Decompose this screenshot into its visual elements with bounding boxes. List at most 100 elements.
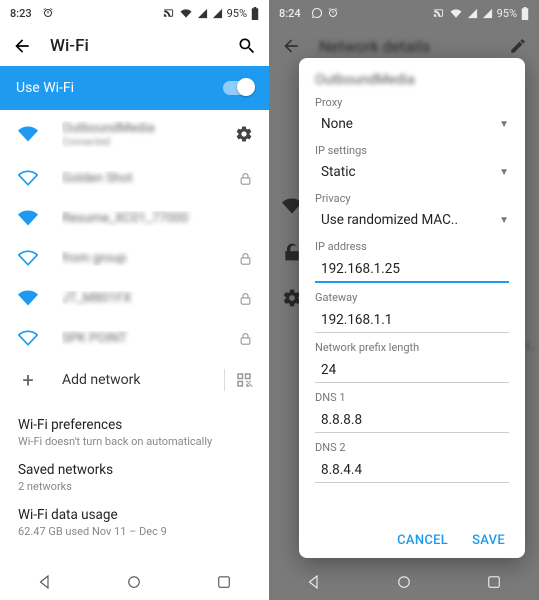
plus-icon: + xyxy=(16,368,40,392)
network-name: Resume_XC01_77000 xyxy=(62,211,253,226)
wifi-icon xyxy=(16,288,40,308)
chevron-down-icon: ▼ xyxy=(499,119,509,130)
network-name: JT_M801FX xyxy=(62,291,238,306)
chevron-down-icon: ▼ xyxy=(499,167,509,178)
pref-subtitle: Wi-Fi doesn't turn back on automatically xyxy=(18,435,251,448)
dns2-input[interactable] xyxy=(315,459,509,483)
nav-home-icon[interactable] xyxy=(125,573,143,591)
add-network-label: Add network xyxy=(62,372,140,388)
signal-icon xyxy=(467,8,478,19)
gateway-input[interactable] xyxy=(315,309,509,333)
proxy-select[interactable]: None▼ xyxy=(315,114,509,136)
network-name: SPK POINT xyxy=(62,331,238,346)
whatsapp-icon xyxy=(311,7,323,19)
nav-bar xyxy=(0,564,269,600)
dns1-input[interactable] xyxy=(315,409,509,433)
phone-left: 8:23 95% xyxy=(0,0,269,600)
wifi-icon xyxy=(16,248,40,268)
lock-icon xyxy=(238,291,253,306)
network-row[interactable]: OutboundMediaConnected xyxy=(0,110,269,158)
use-wifi-row[interactable]: Use Wi-Fi xyxy=(0,66,269,110)
wifi-status-icon xyxy=(179,8,193,19)
lock-icon xyxy=(238,251,253,266)
prefix-input[interactable] xyxy=(315,359,509,383)
pref-row[interactable]: Saved networks 2 networks xyxy=(18,455,251,500)
nav-back-icon[interactable] xyxy=(305,573,323,591)
status-time: 8:23 xyxy=(10,7,32,20)
ip-settings-label: IP settings xyxy=(315,144,509,157)
network-settings-modal: OutboundMedia Proxy None▼ IP settings St… xyxy=(299,58,525,558)
dns1-label: DNS 1 xyxy=(315,391,509,404)
cast-icon xyxy=(432,8,445,19)
gateway-field[interactable]: Gateway xyxy=(315,291,509,333)
chevron-down-icon: ▼ xyxy=(499,215,509,226)
modal-actions: CANCEL SAVE xyxy=(315,527,509,552)
network-row[interactable]: SPK POINT xyxy=(0,318,269,358)
battery-icon xyxy=(521,7,529,20)
pref-subtitle: 62.47 GB used Nov 11 – Dec 9 xyxy=(18,525,251,538)
gear-icon[interactable] xyxy=(235,125,253,143)
status-time: 8:24 xyxy=(279,7,301,20)
pref-title: Wi-Fi preferences xyxy=(18,417,251,433)
privacy-select[interactable]: Use randomized MAC..▼ xyxy=(315,210,509,232)
cancel-button[interactable]: CANCEL xyxy=(397,533,448,548)
nav-recent-icon[interactable] xyxy=(215,573,233,591)
phone-right: 8:24 95% Network details xyxy=(269,0,539,600)
network-row[interactable]: JT_M801FX xyxy=(0,278,269,318)
wifi-icon xyxy=(16,328,40,348)
network-name: OutboundMediaConnected xyxy=(62,121,235,148)
gateway-label: Gateway xyxy=(315,291,509,304)
qr-icon[interactable] xyxy=(235,371,253,389)
status-bar: 8:24 95% xyxy=(269,0,539,26)
alarm-icon xyxy=(42,7,54,19)
network-name: from group xyxy=(62,251,238,266)
nav-home-icon[interactable] xyxy=(395,573,413,591)
pref-title: Saved networks xyxy=(18,462,251,478)
nav-back-icon[interactable] xyxy=(36,573,54,591)
proxy-field[interactable]: Proxy None▼ xyxy=(315,96,509,136)
ip-settings-select[interactable]: Static▼ xyxy=(315,162,509,184)
network-name: Golden Shot xyxy=(62,171,238,186)
ip-address-label: IP address xyxy=(315,240,509,253)
prefix-field[interactable]: Network prefix length xyxy=(315,341,509,383)
back-icon xyxy=(281,36,301,56)
battery-text: 95% xyxy=(227,7,247,20)
lock-icon xyxy=(238,331,253,346)
pref-row[interactable]: Wi-Fi data usage 62.47 GB used Nov 11 – D… xyxy=(18,500,251,545)
pref-subtitle: 2 networks xyxy=(18,480,251,493)
use-wifi-label: Use Wi-Fi xyxy=(16,80,74,96)
nav-recent-icon[interactable] xyxy=(485,573,503,591)
back-icon[interactable] xyxy=(12,36,32,56)
privacy-label: Privacy xyxy=(315,192,509,205)
ip-address-field[interactable]: IP address xyxy=(315,240,509,283)
lock-icon xyxy=(238,171,253,186)
wifi-icon xyxy=(16,124,40,144)
signal-icon-2 xyxy=(212,8,223,19)
ip-settings-field[interactable]: IP settings Static▼ xyxy=(315,144,509,184)
save-button[interactable]: SAVE xyxy=(472,533,505,548)
ip-address-input[interactable] xyxy=(315,258,509,283)
pref-title: Wi-Fi data usage xyxy=(18,507,251,523)
wifi-icon xyxy=(16,208,40,228)
pref-row[interactable]: Wi-Fi preferences Wi-Fi doesn't turn back… xyxy=(18,410,251,455)
dns1-field[interactable]: DNS 1 xyxy=(315,391,509,433)
dns2-label: DNS 2 xyxy=(315,441,509,454)
edit-icon xyxy=(509,37,527,55)
wifi-status-icon xyxy=(449,8,463,19)
wifi-toggle[interactable] xyxy=(223,81,253,95)
signal-icon xyxy=(197,8,208,19)
nav-bar xyxy=(269,564,539,600)
network-row[interactable]: from group xyxy=(0,238,269,278)
network-row[interactable]: Golden Shot xyxy=(0,158,269,198)
add-network-row[interactable]: + Add network xyxy=(0,358,269,402)
privacy-field[interactable]: Privacy Use randomized MAC..▼ xyxy=(315,192,509,232)
dns2-field[interactable]: DNS 2 xyxy=(315,441,509,483)
wifi-icon xyxy=(16,168,40,188)
search-icon[interactable] xyxy=(237,36,257,56)
network-row[interactable]: Resume_XC01_77000 xyxy=(0,198,269,238)
appbar-title-dimmed: Network details xyxy=(319,37,430,56)
cast-icon xyxy=(162,8,175,19)
prefs-section: Wi-Fi preferences Wi-Fi doesn't turn back… xyxy=(0,402,269,545)
signal-icon-2 xyxy=(482,8,493,19)
alarm-icon xyxy=(327,7,339,19)
